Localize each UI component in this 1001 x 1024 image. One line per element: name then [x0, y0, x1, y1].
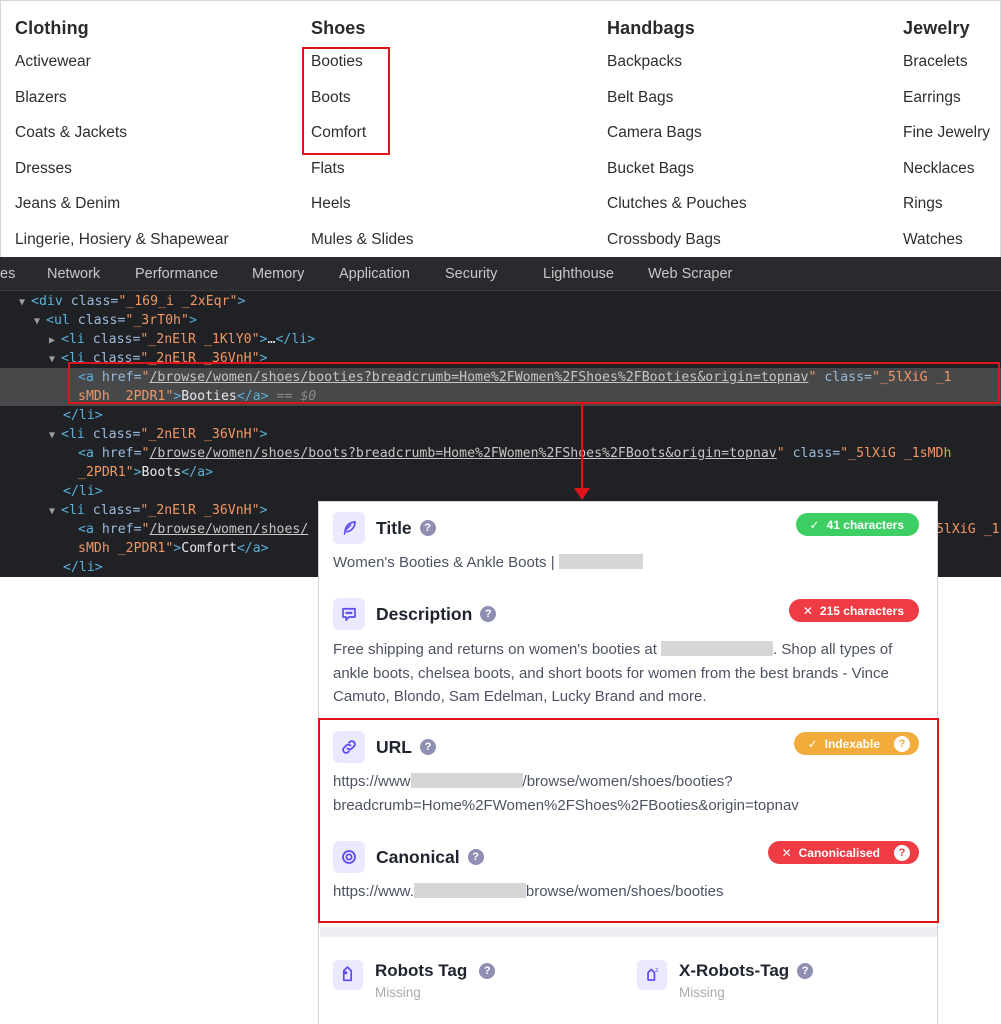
section-robots-tag: Robots Tag? Missing [333, 960, 496, 1000]
tab-lighthouse[interactable]: Lighthouse [543, 257, 614, 291]
x-robots-tag-value: Missing [679, 985, 725, 1000]
status-badge-title-length: ✓ 41 characters [795, 513, 919, 536]
nav-link[interactable]: Heels [311, 186, 414, 222]
section-header: Description ? [333, 598, 497, 630]
dom-node-div[interactable]: ▼ <div class="_169_i _2xEqr"> [19, 292, 245, 311]
nav-link[interactable]: Fine Jewelry [903, 115, 990, 151]
status-badge-description-length: ✕ 215 characters [788, 599, 919, 622]
nav-link[interactable]: Lingerie, Hosiery & Shapewear [15, 222, 229, 258]
nav-link[interactable]: Mules & Slides [311, 222, 414, 258]
title-text: Women's Booties & Ankle Boots | [333, 554, 555, 571]
annotation-arrow-head-icon [574, 488, 590, 500]
tab-performance[interactable]: Performance [135, 257, 218, 291]
annotation-highlight-devtools [68, 362, 1000, 404]
tab-application[interactable]: Application [339, 257, 410, 291]
tab-memory[interactable]: Memory [252, 257, 304, 291]
expand-triangle-icon[interactable]: ▼ [49, 350, 61, 369]
description-value: Free shipping and returns on women's boo… [333, 638, 925, 709]
help-icon[interactable]: ? [479, 963, 496, 979]
shop-nav-menu: Clothing Activewear Blazers Coats & Jack… [0, 0, 1001, 257]
nav-link[interactable]: Jeans & Denim [15, 186, 229, 222]
nav-link[interactable]: Camera Bags [607, 115, 747, 151]
expand-triangle-icon[interactable]: ▼ [49, 426, 61, 445]
section-x-robots-tag: 2 X-Robots-Tag? Missing [637, 960, 814, 1000]
nav-link[interactable]: Belt Bags [607, 80, 747, 116]
annotation-highlight-nav [302, 47, 390, 155]
nav-link[interactable]: Bucket Bags [607, 151, 747, 187]
nav-link[interactable]: Flats [311, 151, 414, 187]
dom-node-li-partial: ▼<li class="_2nElR _36VnH"> [49, 575, 267, 577]
nav-link[interactable]: Coats & Jackets [15, 115, 229, 151]
redacted-block [661, 641, 774, 656]
badge-text: 215 characters [819, 603, 904, 618]
help-icon[interactable]: ? [797, 963, 814, 979]
tab-web-scraper[interactable]: Web Scraper [648, 257, 732, 291]
x-robots-tag-label: X-Robots-Tag [679, 961, 790, 980]
tab-security[interactable]: Security [445, 257, 497, 291]
nav-link[interactable]: Watches [903, 222, 990, 258]
nav-column-handbags: Handbags Backpacks Belt Bags Camera Bags… [607, 15, 747, 257]
dom-node-li[interactable]: ▼ <li class="_2nElR _36VnH"> [49, 425, 267, 444]
nav-column-jewelry: Jewelry Bracelets Earrings Fine Jewelry … [903, 15, 990, 257]
dom-node-li[interactable]: ▼ <li class="_2nElR _36VnH"> [49, 501, 267, 520]
nav-heading[interactable]: Handbags [607, 15, 747, 41]
nav-link[interactable]: Blazers [15, 80, 229, 116]
dom-node-li-collapsed[interactable]: ▶ <li class="_2nElR _1KlY0">…</li> [49, 330, 315, 349]
nav-link[interactable]: Earrings [903, 80, 990, 116]
robots-tag-value: Missing [375, 985, 421, 1000]
nav-column-clothing: Clothing Activewear Blazers Coats & Jack… [15, 15, 229, 257]
dom-node-a-comfort[interactable]: <a href="/browse/women/shoes/ [78, 520, 308, 539]
dom-node-li-close: </li> [63, 408, 103, 423]
dom-node-li-close: </li> [63, 484, 103, 499]
svg-text:2: 2 [655, 968, 658, 974]
tab-network[interactable]: Network [47, 257, 100, 291]
tab-sources[interactable]: es [0, 257, 15, 291]
expand-triangle-icon[interactable]: ▼ [49, 502, 61, 521]
nav-heading[interactable]: Jewelry [903, 15, 990, 41]
expand-triangle-icon[interactable]: ▼ [19, 293, 31, 312]
annotation-highlight-seo [318, 718, 939, 923]
dom-node-a-comfort-class: _5lXiG _1 [928, 522, 1000, 537]
section-divider [320, 927, 937, 937]
dom-node-a-boots-cont[interactable]: _2PDR1">Boots</a> [78, 463, 213, 482]
nav-link[interactable]: Dresses [15, 151, 229, 187]
expand-triangle-icon[interactable]: ▼ [34, 312, 46, 331]
nav-heading[interactable]: Clothing [15, 15, 229, 41]
section-title-label: Description [376, 603, 473, 624]
badge-text: 41 characters [826, 517, 904, 532]
check-icon: ✓ [809, 517, 820, 532]
redacted-block [558, 554, 643, 569]
help-icon[interactable]: ? [480, 606, 497, 622]
devtools-tab-bar: es Network Performance Memory Applicatio… [0, 257, 1001, 291]
dom-node-a-comfort-cont[interactable]: sMDh _2PDR1">Comfort</a> [78, 539, 269, 558]
nav-link[interactable]: Rings [903, 186, 990, 222]
nav-link[interactable]: Crossbody Bags [607, 222, 747, 258]
tag-icon [333, 960, 363, 990]
title-value: Women's Booties & Ankle Boots | [333, 551, 925, 575]
robots-tag-label: Robots Tag [375, 961, 468, 980]
nav-link[interactable]: Clutches & Pouches [607, 186, 747, 222]
nav-link[interactable]: Necklaces [903, 151, 990, 187]
annotation-arrow-line [581, 404, 583, 490]
section-title-label: Title [376, 517, 412, 538]
feather-icon [333, 512, 365, 544]
section-header: Title ? [333, 512, 436, 544]
dom-node-ul[interactable]: ▼ <ul class="_3rT0h"> [34, 311, 197, 330]
collapsed-triangle-icon[interactable]: ▶ [49, 331, 61, 350]
nav-link[interactable]: Activewear [15, 44, 229, 80]
tag-2-icon: 2 [637, 960, 667, 990]
nav-link[interactable]: Bracelets [903, 44, 990, 80]
dom-node-a-boots[interactable]: <a href="/browse/women/shoes/boots?bread… [78, 444, 951, 463]
cross-icon: ✕ [802, 603, 813, 618]
description-text: Free shipping and returns on women's boo… [333, 641, 657, 658]
message-icon [333, 598, 365, 630]
help-icon[interactable]: ? [419, 520, 436, 536]
nav-heading[interactable]: Shoes [311, 15, 414, 41]
nav-link[interactable]: Backpacks [607, 44, 747, 80]
